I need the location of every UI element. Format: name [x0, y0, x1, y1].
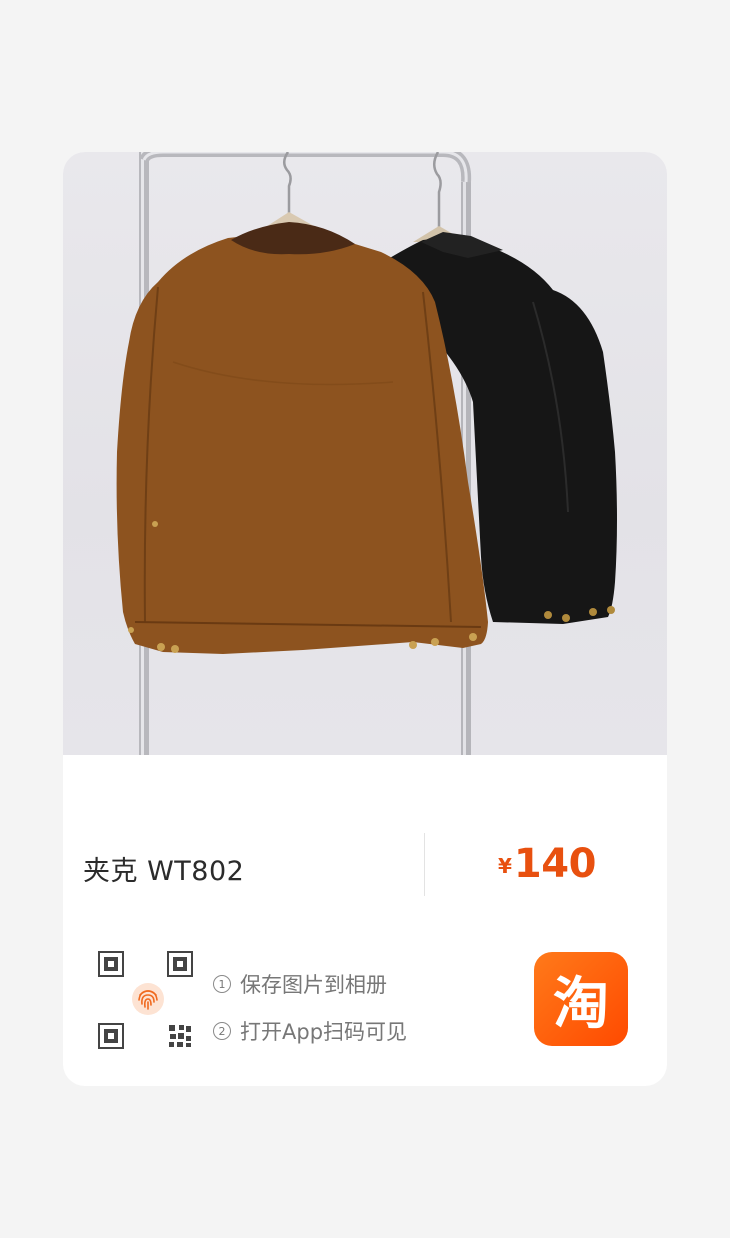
product-share-card: 夹克 WT802 ¥140 1 保存图片到相册 2 打开App扫码可见 淘	[63, 152, 667, 1086]
step-number-badge: 1	[213, 975, 231, 993]
taobao-icon[interactable]: 淘	[534, 952, 628, 1046]
price-amount: 140	[513, 841, 597, 887]
qr-code-icon	[169, 1025, 191, 1047]
jackets-on-rack-image	[116, 152, 617, 755]
qr-code-icon	[98, 1023, 124, 1049]
currency-symbol: ¥	[498, 854, 512, 878]
qr-code-group	[98, 951, 198, 1051]
fingerprint-icon	[132, 983, 164, 1015]
product-price: ¥140	[498, 841, 596, 887]
divider	[424, 833, 425, 896]
step-open-app: 2 打开App扫码可见	[213, 1016, 407, 1046]
qr-code-icon	[98, 951, 124, 977]
product-info-panel: 夹克 WT802 ¥140 1 保存图片到相册 2 打开App扫码可见 淘	[63, 755, 667, 1086]
qr-code-icon	[167, 951, 193, 977]
step-text: 保存图片到相册	[240, 973, 387, 997]
product-title: 夹克 WT802	[83, 856, 245, 887]
product-photo[interactable]	[63, 152, 667, 755]
step-save-image: 1 保存图片到相册	[213, 969, 387, 999]
step-number-badge: 2	[213, 1022, 231, 1040]
step-text: 打开App扫码可见	[240, 1020, 408, 1044]
